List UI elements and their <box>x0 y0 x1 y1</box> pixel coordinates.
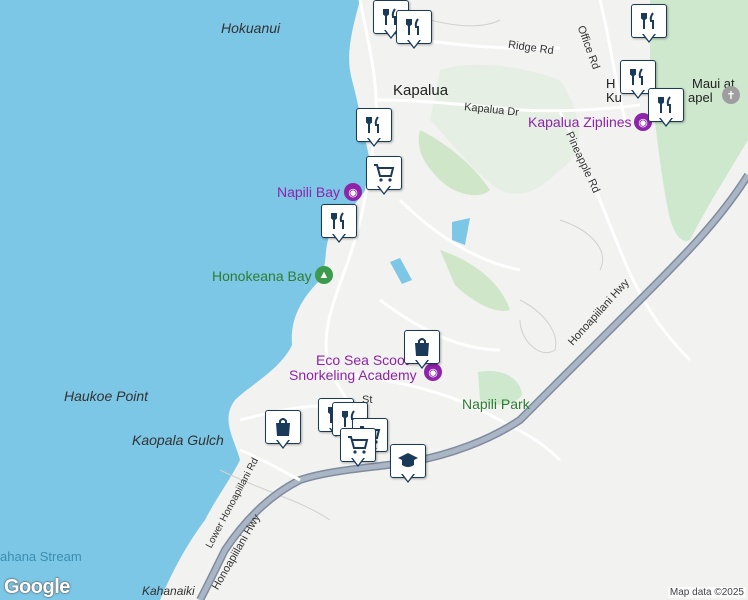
restaurant-marker[interactable] <box>631 4 667 44</box>
place-label-kahanaiki: Kahanaiki <box>142 584 195 598</box>
pond-1 <box>452 218 470 245</box>
school-marker[interactable] <box>390 444 426 484</box>
place-label-kaopala-gulch: Kaopala Gulch <box>132 432 224 448</box>
shopping-bag-marker[interactable] <box>404 330 440 370</box>
poi-label-honokeana-bay[interactable]: Honokeana Bay <box>212 268 312 284</box>
restaurant-marker[interactable] <box>396 10 432 50</box>
ocean <box>0 0 372 600</box>
poi-label-napili-bay[interactable]: Napili Bay <box>277 184 340 200</box>
shopping-cart-marker[interactable] <box>340 428 376 468</box>
poi-label-snorkeling-academy[interactable]: Snorkeling Academy <box>289 367 417 383</box>
restaurant-marker[interactable] <box>648 88 684 128</box>
place-label-hokuanui: Hokuanui <box>221 20 281 36</box>
poi-label-kapalua-ziplines[interactable]: Kapalua Ziplines <box>528 114 632 130</box>
place-label-chapel: apel <box>688 90 713 105</box>
camera-icon[interactable]: ◉ <box>344 183 362 201</box>
google-logo: Google <box>4 576 70 598</box>
pond-2 <box>390 258 412 284</box>
shopping-bag-marker[interactable] <box>265 410 301 450</box>
place-label-kapalua: Kapalua <box>393 82 449 99</box>
shopping-cart-marker[interactable] <box>366 156 402 196</box>
golf-course-3 <box>440 250 510 311</box>
poi-label-eco-sea-scoot[interactable]: Eco Sea Scoot <box>316 352 409 368</box>
poi-label-napili-park[interactable]: Napili Park <box>462 396 530 412</box>
restaurant-marker[interactable] <box>321 204 357 244</box>
place-label-haukoe-point: Haukoe Point <box>64 388 149 404</box>
restaurant-marker[interactable] <box>356 108 392 148</box>
water-label-kahana-stream: ahana Stream <box>0 549 82 564</box>
church-icon[interactable]: ✝ <box>722 86 740 104</box>
map-attribution[interactable]: Map data ©2025 <box>667 587 746 598</box>
place-label-h: H <box>606 76 616 91</box>
tree-icon[interactable]: ▲ <box>315 266 333 284</box>
